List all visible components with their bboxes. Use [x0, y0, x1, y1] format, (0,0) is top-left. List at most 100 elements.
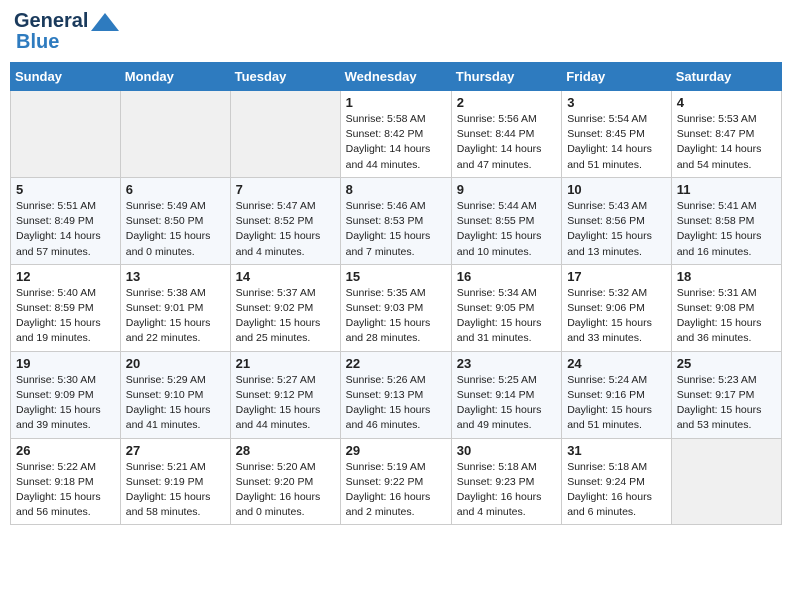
calendar-cell [671, 438, 781, 525]
calendar-cell: 17Sunrise: 5:32 AMSunset: 9:06 PMDayligh… [562, 264, 672, 351]
calendar-cell: 20 Sunrise: 5:29 AMSunset: 9:10 PMDayligh… [120, 351, 230, 438]
calendar-cell: 29 Sunrise: 5:19 AMSunset: 9:22 PMDayligh… [340, 438, 451, 525]
weekday-header: Sunday [11, 63, 121, 91]
day-info: Sunrise: 5:35 AMSunset: 9:03 PMDaylight:… [346, 286, 446, 347]
day-number: 23 [457, 356, 556, 371]
day-info: Sunrise: 5:44 AMSunset: 8:55 PMDaylight:… [457, 199, 556, 260]
day-number: 22 [346, 356, 446, 371]
day-number: 21 [236, 356, 335, 371]
day-info: Sunrise: 5:31 AMSunset: 9:08 PMDaylight:… [677, 286, 776, 347]
calendar-cell: 31Sunrise: 5:18 AMSunset: 9:24 PMDayligh… [562, 438, 672, 525]
day-number: 9 [457, 182, 556, 197]
calendar-cell: 15 Sunrise: 5:35 AMSunset: 9:03 PMDayligh… [340, 264, 451, 351]
day-info: Sunrise: 5:21 AMSunset: 9:19 PMDaylight:… [126, 460, 225, 521]
calendar-week-row: 26Sunrise: 5:22 AMSunset: 9:18 PMDayligh… [11, 438, 782, 525]
day-number: 27 [126, 443, 225, 458]
day-number: 25 [677, 356, 776, 371]
day-number: 17 [567, 269, 666, 284]
day-number: 10 [567, 182, 666, 197]
calendar-cell: 12 Sunrise: 5:40 AMSunset: 8:59 PMDayligh… [11, 264, 121, 351]
calendar-cell: 7Sunrise: 5:47 AMSunset: 8:52 PMDaylight… [230, 177, 340, 264]
day-number: 8 [346, 182, 446, 197]
day-number: 11 [677, 182, 776, 197]
calendar-cell: 27 Sunrise: 5:21 AMSunset: 9:19 PMDayligh… [120, 438, 230, 525]
calendar-cell: 24 Sunrise: 5:24 AMSunset: 9:16 PMDayligh… [562, 351, 672, 438]
day-info: Sunrise: 5:49 AMSunset: 8:50 PMDaylight:… [126, 199, 225, 260]
day-info: Sunrise: 5:38 AMSunset: 9:01 PMDaylight:… [126, 286, 225, 347]
day-number: 28 [236, 443, 335, 458]
day-number: 20 [126, 356, 225, 371]
weekday-header: Tuesday [230, 63, 340, 91]
day-info: Sunrise: 5:54 AMSunset: 8:45 PMDaylight:… [567, 112, 666, 173]
day-number: 12 [16, 269, 115, 284]
day-number: 5 [16, 182, 115, 197]
calendar-cell: 14Sunrise: 5:37 AMSunset: 9:02 PMDayligh… [230, 264, 340, 351]
day-info: Sunrise: 5:53 AMSunset: 8:47 PMDaylight:… [677, 112, 776, 173]
day-number: 4 [677, 95, 776, 110]
calendar-cell [11, 91, 121, 178]
calendar-week-row: 5 Sunrise: 5:51 AMSunset: 8:49 PMDaylight… [11, 177, 782, 264]
logo: General Blue [14, 10, 119, 54]
day-number: 30 [457, 443, 556, 458]
day-info: Sunrise: 5:56 AMSunset: 8:44 PMDaylight:… [457, 112, 556, 173]
calendar-cell: 1 Sunrise: 5:58 AMSunset: 8:42 PMDaylight… [340, 91, 451, 178]
day-info: Sunrise: 5:29 AMSunset: 9:10 PMDaylight:… [126, 373, 225, 434]
calendar-cell: 3 Sunrise: 5:54 AMSunset: 8:45 PMDaylight… [562, 91, 672, 178]
calendar-cell [230, 91, 340, 178]
weekday-header: Wednesday [340, 63, 451, 91]
day-info: Sunrise: 5:22 AMSunset: 9:18 PMDaylight:… [16, 460, 115, 521]
day-number: 13 [126, 269, 225, 284]
calendar-cell: 8 Sunrise: 5:46 AMSunset: 8:53 PMDaylight… [340, 177, 451, 264]
calendar-table: SundayMondayTuesdayWednesdayThursdayFrid… [10, 62, 782, 525]
calendar-cell: 30 Sunrise: 5:18 AMSunset: 9:23 PMDayligh… [451, 438, 561, 525]
day-number: 24 [567, 356, 666, 371]
calendar-cell: 13 Sunrise: 5:38 AMSunset: 9:01 PMDayligh… [120, 264, 230, 351]
day-number: 3 [567, 95, 666, 110]
day-number: 16 [457, 269, 556, 284]
weekday-header: Monday [120, 63, 230, 91]
day-info: Sunrise: 5:43 AMSunset: 8:56 PMDaylight:… [567, 199, 666, 260]
calendar-week-row: 1 Sunrise: 5:58 AMSunset: 8:42 PMDaylight… [11, 91, 782, 178]
calendar-cell: 10 Sunrise: 5:43 AMSunset: 8:56 PMDayligh… [562, 177, 672, 264]
day-info: Sunrise: 5:25 AMSunset: 9:14 PMDaylight:… [457, 373, 556, 434]
day-info: Sunrise: 5:46 AMSunset: 8:53 PMDaylight:… [346, 199, 446, 260]
day-info: Sunrise: 5:30 AMSunset: 9:09 PMDaylight:… [16, 373, 115, 434]
day-number: 6 [126, 182, 225, 197]
day-number: 19 [16, 356, 115, 371]
weekday-header-row: SundayMondayTuesdayWednesdayThursdayFrid… [11, 63, 782, 91]
calendar-cell: 28 Sunrise: 5:20 AMSunset: 9:20 PMDayligh… [230, 438, 340, 525]
logo-text: General [14, 10, 119, 33]
calendar-cell: 26Sunrise: 5:22 AMSunset: 9:18 PMDayligh… [11, 438, 121, 525]
calendar-cell: 19 Sunrise: 5:30 AMSunset: 9:09 PMDayligh… [11, 351, 121, 438]
calendar-cell: 5 Sunrise: 5:51 AMSunset: 8:49 PMDaylight… [11, 177, 121, 264]
calendar-cell [120, 91, 230, 178]
calendar-cell: 11Sunrise: 5:41 AMSunset: 8:58 PMDayligh… [671, 177, 781, 264]
day-info: Sunrise: 5:34 AMSunset: 9:05 PMDaylight:… [457, 286, 556, 347]
day-number: 15 [346, 269, 446, 284]
day-number: 18 [677, 269, 776, 284]
calendar-cell: 25 Sunrise: 5:23 AMSunset: 9:17 PMDayligh… [671, 351, 781, 438]
day-info: Sunrise: 5:19 AMSunset: 9:22 PMDaylight:… [346, 460, 446, 521]
page-header: General Blue [10, 10, 782, 54]
day-info: Sunrise: 5:26 AMSunset: 9:13 PMDaylight:… [346, 373, 446, 434]
calendar-cell: 21Sunrise: 5:27 AMSunset: 9:12 PMDayligh… [230, 351, 340, 438]
day-info: Sunrise: 5:40 AMSunset: 8:59 PMDaylight:… [16, 286, 115, 347]
calendar-cell: 23 Sunrise: 5:25 AMSunset: 9:14 PMDayligh… [451, 351, 561, 438]
day-info: Sunrise: 5:24 AMSunset: 9:16 PMDaylight:… [567, 373, 666, 434]
calendar-cell: 9 Sunrise: 5:44 AMSunset: 8:55 PMDaylight… [451, 177, 561, 264]
calendar-cell: 22 Sunrise: 5:26 AMSunset: 9:13 PMDayligh… [340, 351, 451, 438]
day-info: Sunrise: 5:58 AMSunset: 8:42 PMDaylight:… [346, 112, 446, 173]
calendar-cell: 4 Sunrise: 5:53 AMSunset: 8:47 PMDaylight… [671, 91, 781, 178]
day-number: 29 [346, 443, 446, 458]
day-number: 31 [567, 443, 666, 458]
day-number: 1 [346, 95, 446, 110]
day-info: Sunrise: 5:51 AMSunset: 8:49 PMDaylight:… [16, 199, 115, 260]
day-info: Sunrise: 5:20 AMSunset: 9:20 PMDaylight:… [236, 460, 335, 521]
day-number: 2 [457, 95, 556, 110]
weekday-header: Saturday [671, 63, 781, 91]
calendar-week-row: 19 Sunrise: 5:30 AMSunset: 9:09 PMDayligh… [11, 351, 782, 438]
day-info: Sunrise: 5:23 AMSunset: 9:17 PMDaylight:… [677, 373, 776, 434]
weekday-header: Friday [562, 63, 672, 91]
day-info: Sunrise: 5:18 AMSunset: 9:23 PMDaylight:… [457, 460, 556, 521]
day-info: Sunrise: 5:37 AMSunset: 9:02 PMDaylight:… [236, 286, 335, 347]
